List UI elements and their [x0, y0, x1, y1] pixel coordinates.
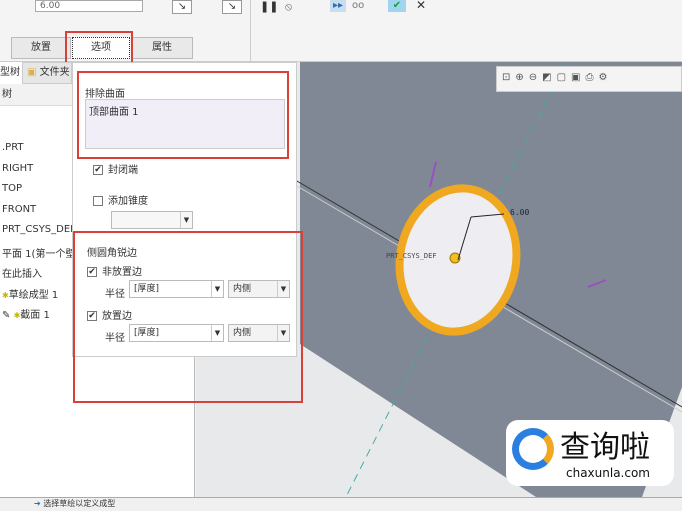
ok-check-icon[interactable]: ✔ — [388, 0, 406, 12]
sketch-icon: ✎ — [2, 310, 11, 321]
tree-item[interactable]: 在此插入 — [2, 265, 42, 280]
ribbon: 6.00 ↘ ↘ ❚❚ ⦸ ▸▸ oo ✔ ✕ 放置 选项 属性 — [0, 0, 682, 64]
options-panel: 排除曲面 顶部曲面 1 ✔ 封闭端 添加锥度 ▼ 侧圆角锐边 ✔ 非放置边 半径 [… — [72, 62, 303, 403]
radius-select[interactable]: [厚度] ▼ — [129, 324, 224, 342]
chevron-down-icon: ▼ — [211, 325, 223, 341]
pause-icon[interactable]: ❚❚ — [260, 0, 278, 13]
flip-side-icon[interactable]: ↘ — [222, 0, 242, 14]
round-edges-label: 侧圆角锐边 — [87, 248, 137, 259]
select-value: 内侧 — [233, 284, 252, 294]
radius-label: 半径 — [105, 289, 125, 300]
csys-label: PRT_CSYS_DEF — [386, 252, 437, 260]
tab-model-tree[interactable]: 型树 — [0, 62, 22, 84]
thickness-input[interactable]: 6.00 — [35, 0, 143, 12]
view-toolbar[interactable]: ⊡⊕⊖◩▢▣⎙⚙ — [496, 66, 682, 92]
checkbox-label: 添加锥度 — [108, 196, 148, 207]
checkbox-label: 封闭端 — [108, 165, 138, 176]
checkbox-icon: ✔ — [87, 311, 97, 321]
chevron-down-icon: ▼ — [211, 281, 223, 297]
chevron-down-icon: ▼ — [277, 281, 289, 297]
stop-icon[interactable]: ⦸ — [285, 0, 292, 14]
watermark-url: chaxunla.com — [566, 466, 650, 480]
feature-icon: ✱ — [2, 291, 9, 300]
non-placement-edge-checkbox[interactable]: ✔ 非放置边 — [87, 263, 142, 278]
preview-icon[interactable]: ▸▸ — [330, 0, 346, 12]
flip-direction-icon[interactable]: ↘ — [172, 0, 192, 14]
side-select[interactable]: 内侧 ▼ — [228, 280, 290, 298]
tree-item[interactable]: ✱草绘成型 1 — [2, 286, 58, 301]
divider — [250, 0, 251, 62]
select-value: 内侧 — [233, 328, 252, 338]
folder-icon: ▣ — [27, 67, 37, 78]
tree-header: 树 — [0, 84, 72, 106]
tab-folder-browser[interactable]: ▣ 文件夹 — [22, 62, 72, 84]
highlight-box — [65, 31, 133, 64]
tree-item[interactable]: RIGHT — [2, 163, 33, 174]
chevron-down-icon: ▼ — [277, 325, 289, 341]
tree-item-label: 草绘成型 1 — [8, 290, 59, 301]
closed-end-checkbox[interactable]: ✔ 封闭端 — [93, 161, 138, 176]
radius-label: 半径 — [105, 333, 125, 344]
tree-item[interactable]: .PRT — [2, 142, 24, 153]
watermark-logo-icon — [512, 428, 554, 470]
tree-item[interactable]: ✎ ✱截面 1 — [2, 306, 50, 321]
placement-edge-checkbox[interactable]: ✔ 放置边 — [87, 307, 132, 322]
status-message: 选择草绘以定义成型 — [43, 499, 116, 508]
cancel-x-icon[interactable]: ✕ — [416, 0, 426, 12]
checkbox-label: 非放置边 — [102, 267, 142, 278]
radius-select[interactable]: [厚度] ▼ — [129, 280, 224, 298]
checkbox-icon: ✔ — [93, 165, 103, 175]
side-select[interactable]: 内侧 ▼ — [228, 324, 290, 342]
tree-item[interactable]: PRT_CSYS_DEF — [2, 224, 76, 235]
tab-label: 文件夹 — [39, 67, 70, 78]
taper-select[interactable]: ▼ — [111, 211, 193, 229]
watermark-name: 查询啦 — [560, 430, 650, 465]
checkbox-label: 放置边 — [102, 311, 132, 322]
select-value: [厚度] — [134, 328, 160, 338]
checkbox-icon: ✔ — [87, 267, 97, 277]
status-bar: ➔ 选择草绘以定义成型 — [0, 497, 682, 511]
tab-properties[interactable]: 属性 — [131, 37, 193, 59]
tab-placement[interactable]: 放置 — [11, 37, 71, 59]
info-arrow-icon: ➔ — [34, 499, 41, 508]
tree-item-label: 截面 1 — [20, 310, 50, 321]
tree-item[interactable]: TOP — [2, 183, 22, 194]
select-value: [厚度] — [134, 284, 160, 294]
checkbox-icon — [93, 196, 103, 206]
dimension-value[interactable]: 6.00 — [510, 208, 529, 217]
tree-item[interactable]: 平面 1(第一个壁 — [2, 245, 75, 260]
chevron-down-icon: ▼ — [180, 212, 192, 228]
add-taper-checkbox[interactable]: 添加锥度 — [93, 192, 148, 207]
highlight-box — [77, 71, 289, 159]
glasses-icon[interactable]: oo — [352, 0, 364, 11]
watermark: 查询啦 chaxunla.com — [506, 420, 674, 486]
tree-item[interactable]: FRONT — [2, 204, 36, 215]
